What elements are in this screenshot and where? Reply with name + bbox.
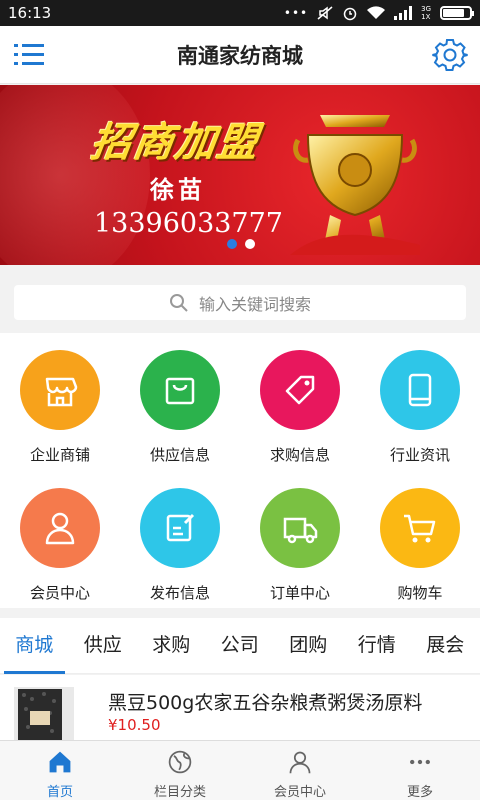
truck-icon [260, 488, 340, 568]
nav-item-label: 会员中心 [273, 785, 326, 800]
nav-item[interactable]: 会员中心 [240, 741, 360, 800]
mute-icon [317, 6, 333, 20]
status-time: 16:13 [8, 4, 52, 22]
app-header: 南通家纺商城 [0, 26, 480, 84]
grid-item-label: 购物车 [397, 584, 443, 602]
banner-dot[interactable] [227, 239, 237, 249]
battery-fill [443, 9, 465, 17]
edit-icon [140, 488, 220, 568]
home-icon [49, 751, 71, 773]
status-bar: 16:13 ••• 3G 1X [0, 0, 480, 26]
menu-icon [14, 44, 44, 65]
network-type: 3G 1X [421, 5, 431, 21]
grid-item[interactable]: 购物车 [360, 471, 480, 609]
tab[interactable]: 团购 [274, 618, 343, 674]
search-area: 输入关键词搜索 [0, 265, 480, 333]
grid-item-label: 供应信息 [149, 446, 210, 464]
banner-dot[interactable] [245, 239, 255, 249]
banner-contact-name: 徐苗 [150, 176, 206, 204]
grid-item-label: 企业商铺 [29, 446, 90, 464]
settings-button[interactable] [432, 37, 468, 73]
grid-item[interactable]: 企业商铺 [0, 333, 120, 471]
network-type-top: 3G [421, 5, 431, 13]
nav-item-label: 更多 [406, 785, 433, 800]
grid-item[interactable]: 会员中心 [0, 471, 120, 609]
menu-button[interactable] [14, 41, 46, 69]
tab[interactable]: 行情 [343, 618, 412, 674]
banner-phone-number: 13396033777 [94, 208, 283, 239]
search-placeholder: 输入关键词搜索 [198, 294, 311, 314]
list-item[interactable]: 黑豆500g农家五谷杂粮煮粥煲汤原料 ¥10.50 [0, 675, 480, 740]
user-icon [20, 488, 100, 568]
grid-item-label: 订单中心 [269, 584, 330, 602]
grid-item-label: 求购信息 [269, 446, 330, 464]
grid-item-label: 会员中心 [29, 584, 90, 602]
grid-item[interactable]: 订单中心 [240, 471, 360, 609]
tab[interactable]: 公司 [206, 618, 275, 674]
notification-dots: ••• [283, 6, 309, 20]
promo-banner[interactable]: 招商加盟 徐苗 13396033777 [0, 85, 480, 265]
nav-item[interactable]: 栏目分类 [120, 741, 240, 800]
tablet-icon [380, 350, 460, 430]
product-title: 黑豆500g农家五谷杂粮煮粥煲汤原料 [108, 692, 423, 714]
product-image [18, 689, 62, 740]
more-icon [410, 759, 430, 765]
cart-icon [380, 488, 460, 568]
page-title: 南通家纺商城 [177, 43, 303, 68]
golden-urn-image [290, 115, 420, 255]
alarm-icon [343, 7, 357, 21]
signal-icon [394, 6, 413, 20]
grid-item-label: 行业资讯 [389, 446, 450, 464]
nav-item-label: 栏目分类 [153, 785, 206, 800]
status-icons: ••• 3G 1X [283, 5, 474, 21]
grid-item[interactable]: 行业资讯 [360, 333, 480, 471]
category-grid: 企业商铺 供应信息 求购信息 行业资讯会员中心 发布信息 订单中心 购物车 [0, 333, 480, 608]
price-tag-icon [260, 350, 340, 430]
grid-item[interactable]: 求购信息 [240, 333, 360, 471]
store-icon [20, 350, 100, 430]
search-icon [169, 293, 188, 312]
user-icon [289, 751, 311, 774]
nav-item[interactable]: 更多 [360, 741, 480, 800]
globe-icon [168, 750, 192, 774]
battery-icon [440, 6, 474, 20]
search-input[interactable]: 输入关键词搜索 [14, 285, 466, 320]
grid-item[interactable]: 供应信息 [120, 333, 240, 471]
bottom-navigation: 首页 栏目分类 会员中心 更多 [0, 740, 480, 800]
wifi-icon [367, 6, 386, 20]
nav-item-label: 首页 [46, 785, 73, 800]
gear-icon [432, 39, 468, 71]
tab[interactable]: 展会 [411, 618, 480, 674]
product-price: ¥10.50 [108, 716, 161, 734]
product-thumbnail [14, 687, 74, 740]
tab[interactable]: 供应 [69, 618, 138, 674]
tab[interactable]: 商城 [0, 618, 69, 674]
nav-item[interactable]: 首页 [0, 741, 120, 800]
banner-pagination[interactable] [227, 239, 255, 249]
tab[interactable]: 求购 [137, 618, 206, 674]
network-type-bottom: 1X [421, 13, 431, 21]
grid-item[interactable]: 发布信息 [120, 471, 240, 609]
grid-item-label: 发布信息 [149, 584, 210, 602]
banner-headline: 招商加盟 [88, 119, 263, 166]
content-tabs: 商城 供应 求购 公司 团购 行情 展会 [0, 618, 480, 674]
shopping-bag-icon [140, 350, 220, 430]
